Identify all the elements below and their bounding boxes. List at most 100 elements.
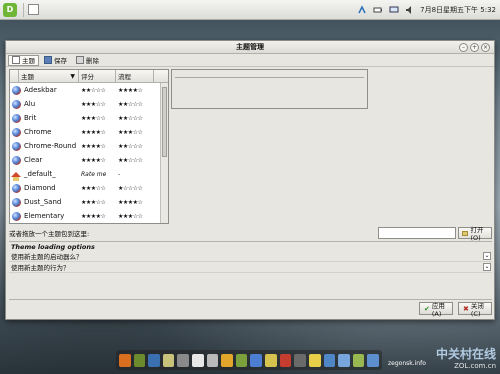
theme-row[interactable]: Adeskbar ★★☆☆☆ ★★★★☆ xyxy=(10,83,161,97)
theme-popularity: ★★★★☆ xyxy=(118,86,143,94)
display-icon[interactable] xyxy=(388,4,400,16)
checkmark-icon: ✔ xyxy=(424,304,430,313)
theme-row[interactable]: Elementary ★★★★☆ ★★★☆☆ xyxy=(10,209,161,223)
dock-app-icon[interactable] xyxy=(133,353,146,367)
dock-app-icon[interactable] xyxy=(119,353,131,367)
theme-row[interactable]: Diamond ★★★☆☆ ★☆☆☆☆ xyxy=(10,181,161,195)
theme-name: Diamond xyxy=(24,184,56,192)
theme-icon-cell xyxy=(10,85,22,95)
dock-app-icon[interactable] xyxy=(162,353,175,367)
dock-app-icon[interactable] xyxy=(148,353,160,367)
theme-rating[interactable]: ★★★★☆ xyxy=(79,213,116,220)
dock-app-icon[interactable] xyxy=(265,353,277,367)
dock-app-icon[interactable] xyxy=(352,353,365,367)
theme-popularity: ★★☆☆☆ xyxy=(118,100,143,108)
close-button[interactable]: ✖ 关闭(C) xyxy=(458,302,492,318)
volume-icon[interactable] xyxy=(404,4,416,16)
open-button[interactable]: 打开(O) xyxy=(458,226,492,242)
dock-app-icon[interactable] xyxy=(367,353,379,367)
close-window-button[interactable]: × xyxy=(481,43,490,52)
titlebar[interactable]: 主题管理 – + × xyxy=(6,41,494,54)
theme-rating[interactable]: ★★★☆☆ xyxy=(79,199,116,206)
theme-tab-button[interactable]: 主题 xyxy=(8,54,39,66)
dock-app-icon[interactable] xyxy=(279,353,292,367)
theme-rating[interactable]: ★★★☆☆ xyxy=(79,185,116,192)
theme-row[interactable]: _default_ Rate me - xyxy=(10,167,161,181)
option-use-launchers[interactable]: 使用新主题的启动器么？ ⌄ xyxy=(9,251,492,262)
rating-column-header[interactable]: 评分 xyxy=(79,70,116,82)
theme-manager-window: 主题管理 – + × 主题 保存 删除 主题 ▼ 评分 流程 Adeskbar … xyxy=(5,40,495,320)
theme-row[interactable]: Brit ★★★☆☆ ★★☆☆☆ xyxy=(10,111,161,125)
maximize-button[interactable]: + xyxy=(470,43,479,52)
battery-icon[interactable] xyxy=(372,4,384,16)
icon-column-header[interactable] xyxy=(10,70,19,82)
dock-app-icon[interactable] xyxy=(177,353,190,367)
dock-app-icon[interactable] xyxy=(323,353,336,367)
chevron-down-icon[interactable]: ⌄ xyxy=(483,263,491,271)
theme-list-header: 主题 ▼ 评分 流程 xyxy=(10,70,168,83)
theme-rating[interactable]: ★★☆☆☆ xyxy=(79,87,116,94)
dock-app-icon[interactable] xyxy=(192,353,204,367)
dock-app-icon[interactable] xyxy=(250,353,263,367)
show-desktop-icon[interactable] xyxy=(28,4,39,15)
dialog-buttons: ✔ 应用(A) ✖ 关闭(C) xyxy=(6,302,494,318)
theme-rating[interactable]: ★★★☆☆ xyxy=(79,115,116,122)
theme-path-input[interactable] xyxy=(378,227,456,239)
theme-rating[interactable]: Rate me xyxy=(79,171,116,178)
theme-rating[interactable]: ★★★★☆ xyxy=(79,129,116,136)
theme-popularity: ★★★☆☆ xyxy=(118,128,143,136)
apply-button[interactable]: ✔ 应用(A) xyxy=(419,302,453,318)
dock-app-icon[interactable] xyxy=(206,353,219,367)
deepin-logo-icon[interactable]: D xyxy=(3,2,17,17)
theme-ball-icon xyxy=(11,141,21,151)
clock[interactable]: 7月8日星期五下午 5:32 xyxy=(420,5,496,15)
delete-label: 删除 xyxy=(86,57,99,65)
network-icon[interactable] xyxy=(356,4,368,16)
window-title: 主题管理 xyxy=(236,43,264,51)
popularity-column-header[interactable]: 流程 xyxy=(116,70,154,82)
theme-ball-icon xyxy=(11,85,21,95)
theme-ball-icon xyxy=(11,197,21,207)
delete-button[interactable]: 删除 xyxy=(72,55,103,66)
chevron-down-icon[interactable]: ⌄ xyxy=(483,252,491,260)
scrollbar-thumb[interactable] xyxy=(162,87,167,157)
name-column-header[interactable]: 主题 ▼ xyxy=(19,70,79,82)
theme-row[interactable]: Chrome ★★★★☆ ★★★☆☆ xyxy=(10,125,161,139)
theme-icon-cell xyxy=(10,171,22,181)
option-use-behavior[interactable]: 使用新主题的行为？ ⌄ xyxy=(9,262,492,273)
theme-name: Adeskbar xyxy=(24,86,57,94)
theme-row[interactable]: Dust_Sand ★★★☆☆ ★★★★☆ xyxy=(10,195,161,209)
theme-ball-icon xyxy=(11,155,21,165)
theme-rating[interactable]: ★★★☆☆ xyxy=(79,101,116,108)
theme-row[interactable]: Clear ★★★★☆ ★★☆☆☆ xyxy=(10,153,161,167)
theme-rating[interactable]: ★★★★☆ xyxy=(79,157,116,164)
theme-row[interactable]: Alu ★★★☆☆ ★★☆☆☆ xyxy=(10,97,161,111)
dock-app-icon[interactable] xyxy=(235,353,248,367)
theme-list-scrollbar[interactable] xyxy=(160,83,168,223)
theme-row[interactable]: Chrome-Round ★★★★☆ ★★☆☆☆ xyxy=(10,139,161,153)
minimize-button[interactable]: – xyxy=(459,43,468,52)
name-column-label: 主题 xyxy=(21,73,34,81)
sort-down-icon: ▼ xyxy=(70,72,75,80)
theme-popularity: ★★☆☆☆ xyxy=(118,156,143,164)
theme-tab-label: 主题 xyxy=(22,57,35,65)
theme-name: Elementary xyxy=(24,212,65,220)
theme-list: 主题 ▼ 评分 流程 Adeskbar ★★☆☆☆ ★★★★☆ Alu ★★★☆☆ ★★☆… xyxy=(9,69,169,224)
option-launchers-label: 使用新主题的启动器么？ xyxy=(11,253,83,261)
theme-ball-icon xyxy=(11,113,21,123)
trash-icon xyxy=(76,56,84,64)
theme-name: Alu xyxy=(24,100,36,108)
theme-ball-icon xyxy=(11,211,21,221)
dock-app-icon[interactable] xyxy=(308,353,321,367)
theme-name: Clear xyxy=(24,156,43,164)
theme-icon-cell xyxy=(10,113,22,123)
save-button[interactable]: 保存 xyxy=(40,55,71,66)
dock-app-icon[interactable] xyxy=(221,353,233,367)
theme-rating[interactable]: ★★★★☆ xyxy=(79,143,116,150)
watermark-en: ZOL.com.cn xyxy=(454,362,496,370)
theme-icon-cell xyxy=(10,155,22,165)
dock-app-icon[interactable] xyxy=(294,353,306,367)
folder-icon xyxy=(462,230,469,236)
dock-app-icon[interactable] xyxy=(338,353,350,367)
drop-row: 或者拖放一个主题包到这里: 打开(O) xyxy=(9,226,492,242)
